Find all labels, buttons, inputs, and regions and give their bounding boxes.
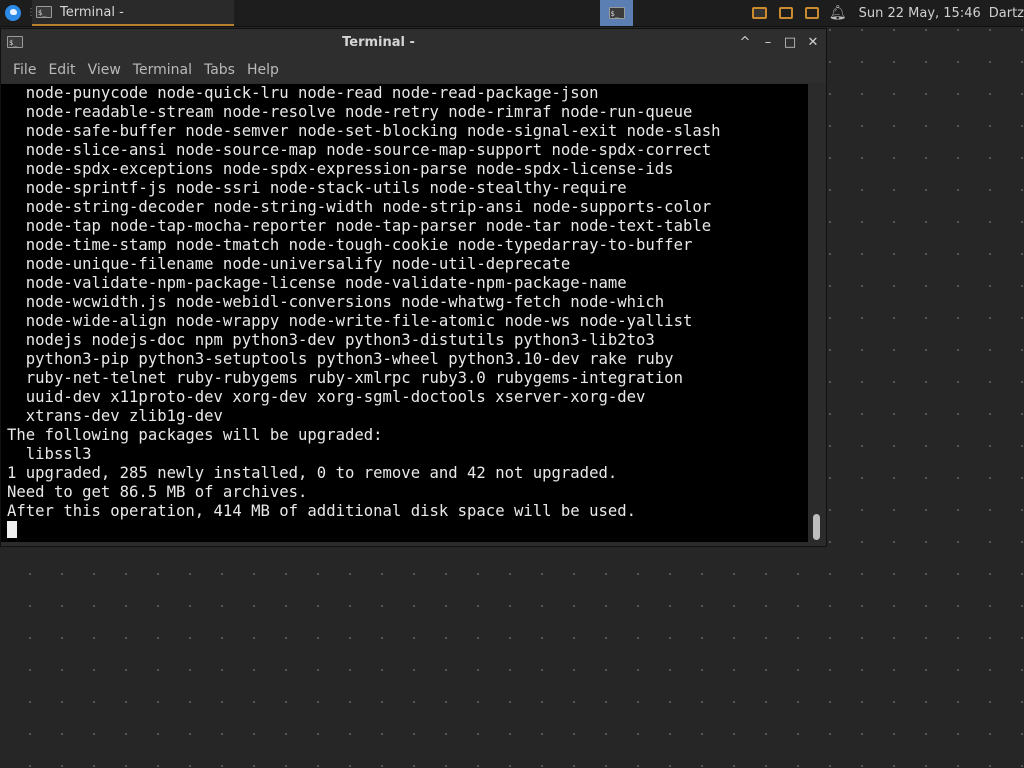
terminal-icon: $_: [36, 6, 52, 18]
terminal-prompt-line[interactable]: [1, 521, 808, 540]
window-title: Terminal -: [342, 35, 415, 50]
scrollbar-thumb[interactable]: [813, 514, 820, 540]
minimize-button[interactable]: –: [758, 33, 778, 53]
notification-bell-icon[interactable]: 🔔︎: [829, 4, 847, 22]
menu-view[interactable]: View: [82, 62, 127, 78]
terminal-line: node-validate-npm-package-license node-v…: [7, 274, 627, 292]
notes-icon[interactable]: [777, 4, 795, 22]
menu-bar: File Edit View Terminal Tabs Help: [1, 57, 826, 83]
top-panel: ⋮ $_ Terminal - $_ 🔔︎ Sun 22 May, 15:46 …: [0, 0, 1024, 27]
text-cursor: [7, 521, 17, 538]
network-icon[interactable]: [751, 4, 769, 22]
terminal-line: python3-pip python3-setuptools python3-w…: [7, 350, 674, 368]
message-icon[interactable]: [803, 4, 821, 22]
terminal-line: 1 upgraded, 285 newly installed, 0 to re…: [7, 464, 618, 482]
terminal-line: libssl3: [7, 445, 92, 463]
terminal-line: ruby-net-telnet ruby-rubygems ruby-xmlrp…: [7, 369, 683, 387]
terminal-line: node-slice-ansi node-source-map node-sou…: [7, 141, 712, 159]
clock[interactable]: Sun 22 May, 15:46: [859, 6, 981, 21]
terminal-line: Need to get 86.5 MB of archives.: [7, 483, 308, 501]
terminal-line: node-unique-filename node-universalify n…: [7, 255, 571, 273]
menu-edit[interactable]: Edit: [42, 62, 81, 78]
terminal-line: node-tap node-tap-mocha-reporter node-ta…: [7, 217, 712, 235]
terminal-line: node-time-stamp node-tmatch node-tough-c…: [7, 236, 693, 254]
terminal-line: After this operation, 414 MB of addition…: [7, 502, 637, 520]
terminal-line: node-wcwidth.js node-webidl-conversions …: [7, 293, 665, 311]
terminal-output[interactable]: node-punycode node-quick-lru node-read n…: [1, 84, 808, 542]
window-titlebar[interactable]: $_ Terminal - ^ – □ ✕: [1, 29, 826, 57]
terminal-line: node-sprintf-js node-ssri node-stack-uti…: [7, 179, 627, 197]
menu-tabs[interactable]: Tabs: [198, 62, 241, 78]
shade-button[interactable]: ^: [735, 33, 755, 53]
workspace-terminal-icon: $_: [608, 7, 625, 19]
app-menu-button[interactable]: [0, 0, 26, 26]
app-menu-icon: [5, 5, 21, 21]
terminal-line: node-string-decoder node-string-width no…: [7, 198, 712, 216]
user-menu[interactable]: Dartz: [989, 6, 1024, 21]
maximize-button[interactable]: □: [780, 33, 800, 53]
terminal-line: node-safe-buffer node-semver node-set-bl…: [7, 122, 721, 140]
terminal-line: xtrans-dev zlib1g-dev: [7, 407, 223, 425]
terminal-line: node-punycode node-quick-lru node-read n…: [7, 84, 599, 102]
terminal-scrollbar[interactable]: [808, 84, 826, 542]
panel-left: ⋮ $_ Terminal -: [0, 0, 234, 26]
menu-file[interactable]: File: [7, 62, 42, 78]
terminal-line: node-readable-stream node-resolve node-r…: [7, 103, 693, 121]
close-button[interactable]: ✕: [803, 33, 823, 53]
taskbar-item-terminal[interactable]: $_ Terminal -: [32, 0, 234, 26]
terminal-line: The following packages will be upgraded:: [7, 426, 383, 444]
menu-help[interactable]: Help: [241, 62, 285, 78]
system-tray: 🔔︎ Sun 22 May, 15:46 Dartz: [751, 0, 1024, 26]
terminal-line: node-spdx-exceptions node-spdx-expressio…: [7, 160, 674, 178]
terminal-line: uuid-dev x11proto-dev xorg-dev xorg-sgml…: [7, 388, 646, 406]
menu-terminal[interactable]: Terminal: [127, 62, 198, 78]
terminal-window: $_ Terminal - ^ – □ ✕ File Edit View Ter…: [0, 28, 827, 547]
terminal-line: node-wide-align node-wrappy node-write-f…: [7, 312, 693, 330]
workspace-switcher[interactable]: $_: [600, 0, 633, 26]
terminal-line: nodejs nodejs-doc npm python3-dev python…: [7, 331, 655, 349]
taskbar-item-label: Terminal -: [60, 4, 124, 20]
